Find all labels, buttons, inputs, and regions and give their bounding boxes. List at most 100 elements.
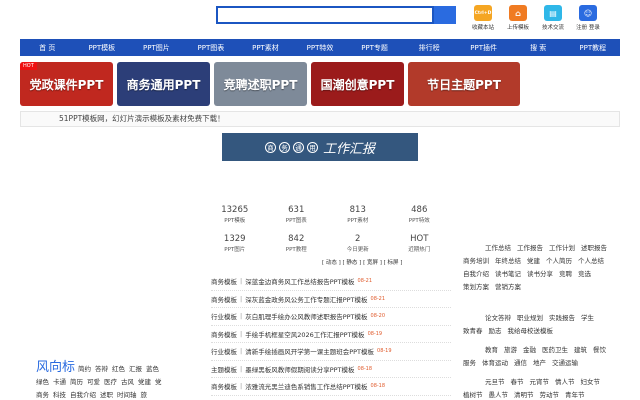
sidebar-tag[interactable]: 通信 xyxy=(514,357,527,370)
sidebar-tag[interactable]: 餐饮 xyxy=(593,344,606,357)
sidebar-tag[interactable]: 致青春 xyxy=(463,325,483,338)
sidebar-tag[interactable]: 年终总结 xyxy=(495,255,521,268)
sidebar-tag[interactable]: 自我介绍 xyxy=(463,268,489,281)
banner-4[interactable]: 节日主题PPT xyxy=(408,62,520,106)
sidebar-tag[interactable]: 述职报告 xyxy=(581,242,607,255)
sidebar-tag[interactable]: 建筑 xyxy=(574,344,587,357)
list-title[interactable]: 手绘手机框星空风2026工作汇报PPT模板 xyxy=(245,329,364,339)
sidebar-tag[interactable]: 工作报告 xyxy=(517,242,543,255)
list-title[interactable]: 浓雅流光黑兰迪色系销售工作总结PPT模板 xyxy=(245,381,367,391)
list-item[interactable]: 商务模板| xyxy=(211,396,451,400)
sidebar-tag[interactable]: 职业规划 xyxy=(517,312,543,325)
sidebar-tag[interactable]: 励志 xyxy=(489,325,502,338)
list-title[interactable]: 深灰蓝金政务风公务工作专题汇报PPT模板 xyxy=(245,294,367,304)
trend-tag[interactable]: 简历 xyxy=(70,376,83,389)
list-item[interactable]: 行业模板 | 清新手绘插画风开学第一课主题班会PPT模板 08-19 xyxy=(211,343,451,361)
banner-2[interactable]: 竞聘述职PPT xyxy=(214,62,307,106)
nav-item-5[interactable]: PPT特效 xyxy=(293,43,348,53)
list-title[interactable]: 深蓝金边商务风工作总结报告PPT模板 xyxy=(245,276,354,286)
sidebar-tag[interactable]: 工作总结 xyxy=(485,242,511,255)
trend-tag[interactable]: 科技 xyxy=(53,389,66,400)
list-category[interactable]: 商务模板 xyxy=(211,276,237,286)
nav-item-4[interactable]: PPT素材 xyxy=(238,43,293,53)
sidebar-tag[interactable]: 元旦节 xyxy=(485,376,505,389)
nav-item-7[interactable]: 排行榜 xyxy=(402,43,457,53)
sidebar-tag[interactable]: 植树节 xyxy=(463,389,483,400)
list-category[interactable]: 行业模板 xyxy=(211,311,237,321)
trend-tag[interactable]: 述职 xyxy=(100,389,113,400)
sidebar-tag[interactable]: 读书笔记 xyxy=(495,268,521,281)
list-category[interactable]: 商务模板 xyxy=(211,381,237,391)
sidebar-tag[interactable]: 个人总结 xyxy=(578,255,604,268)
trend-tag[interactable]: 红色 xyxy=(112,363,125,376)
trend-tag[interactable]: 党 xyxy=(155,376,162,389)
search-button[interactable] xyxy=(434,6,456,24)
sidebar-tag[interactable]: 金融 xyxy=(523,344,536,357)
stat-item[interactable]: HOT 近期热门 xyxy=(389,234,451,253)
banner-3[interactable]: 国潮创意PPT xyxy=(311,62,404,106)
trend-tag[interactable]: 蓝色 xyxy=(146,363,159,376)
sidebar-tag[interactable]: 竞选 xyxy=(578,268,591,281)
toolbar-upload[interactable]: ⌂ 上传模板 xyxy=(505,5,531,31)
trend-tag[interactable]: 旅 xyxy=(141,389,148,400)
trend-tag[interactable]: 党建 xyxy=(138,376,151,389)
stat-item[interactable]: 813 PPT素材 xyxy=(327,205,389,224)
sidebar-tag[interactable]: 我给母校送模板 xyxy=(508,325,554,338)
nav-item-9[interactable]: 搜 索 xyxy=(511,43,566,53)
sidebar-tag[interactable]: 商务培训 xyxy=(463,255,489,268)
trend-tag[interactable]: 可爱 xyxy=(87,376,100,389)
sidebar-tag[interactable]: 春节 xyxy=(511,376,524,389)
sidebar-tag[interactable]: 策划方案 xyxy=(463,281,489,294)
sidebar-tag[interactable]: 读书分享 xyxy=(527,268,553,281)
banner-0[interactable]: HOT 党政课件PPT xyxy=(20,62,113,106)
trend-tag[interactable]: 答辩 xyxy=(95,363,108,376)
sidebar-tag[interactable]: 旅游 xyxy=(504,344,517,357)
sidebar-tag[interactable]: 服务 xyxy=(463,357,476,370)
trend-tag[interactable]: 医疗 xyxy=(104,376,117,389)
trend-tag[interactable]: 时间轴 xyxy=(117,389,137,400)
nav-item-1[interactable]: PPT模板 xyxy=(75,43,130,53)
sidebar-tag[interactable]: 医药卫生 xyxy=(542,344,568,357)
list-title[interactable]: 墨绿黑板风教师假期阅读分享PPT模板 xyxy=(245,364,354,374)
list-category[interactable]: 商务模板 xyxy=(211,329,237,339)
sidebar-tag[interactable]: 青年节 xyxy=(565,389,585,400)
list-item[interactable]: 主题模板 | 墨绿黑板风教师假期阅读分享PPT模板 08-18 xyxy=(211,361,451,378)
toolbar-bookmark[interactable]: Ctrl+D 收藏本站 xyxy=(470,5,496,31)
toolbar-chat[interactable]: ▤ 技术交流 xyxy=(540,5,566,31)
sidebar-tag[interactable]: 劳动节 xyxy=(540,389,560,400)
stat-item[interactable]: 2 今日更新 xyxy=(327,234,389,253)
trend-tag[interactable]: 古风 xyxy=(121,376,134,389)
sidebar-tag[interactable]: 竞聘 xyxy=(559,268,572,281)
nav-item-2[interactable]: PPT图片 xyxy=(129,43,184,53)
sidebar-tag[interactable]: 愚人节 xyxy=(489,389,509,400)
stat-item[interactable]: 631 PPT图表 xyxy=(266,205,328,224)
sidebar-tag[interactable]: 交通运输 xyxy=(552,357,578,370)
sidebar-tag[interactable]: 妇女节 xyxy=(581,376,601,389)
list-title[interactable]: 灰白肌理手绘办公风教师述职报告PPT模板 xyxy=(245,311,367,321)
stat-item[interactable]: 842 PPT教程 xyxy=(266,234,328,253)
list-category[interactable]: 商务模板 xyxy=(211,294,237,304)
nav-item-8[interactable]: PPT插件 xyxy=(456,43,511,53)
sidebar-tag[interactable]: 个人简历 xyxy=(546,255,572,268)
stat-item[interactable]: 486 PPT特效 xyxy=(389,205,451,224)
list-item[interactable]: 商务模板 | 深蓝金边商务风工作总结报告PPT模板 08-21 xyxy=(211,273,451,291)
search-input[interactable] xyxy=(216,6,434,24)
list-item[interactable]: 商务模板 | 浓雅流光黑兰迪色系销售工作总结PPT模板 08-18 xyxy=(211,378,451,396)
nav-item-0[interactable]: 首 页 xyxy=(20,43,75,53)
sidebar-tag[interactable]: 情人节 xyxy=(555,376,575,389)
trend-tag[interactable]: 卡通 xyxy=(53,376,66,389)
trend-tag[interactable]: 汇报 xyxy=(129,363,142,376)
list-item[interactable]: 商务模板 | 深灰蓝金政务风公务工作专题汇报PPT模板 08-21 xyxy=(211,291,451,308)
sidebar-tag[interactable]: 地产 xyxy=(533,357,546,370)
list-item[interactable]: 行业模板 | 灰白肌理手绘办公风教师述职报告PPT模板 08-20 xyxy=(211,308,451,326)
list-title[interactable]: 清新手绘插画风开学第一课主题班会PPT模板 xyxy=(245,346,374,356)
sidebar-tag[interactable]: 论文答辩 xyxy=(485,312,511,325)
sidebar-tag[interactable]: 党建 xyxy=(527,255,540,268)
sidebar-tag[interactable]: 元宵节 xyxy=(530,376,550,389)
stat-item[interactable]: 13265 PPT模板 xyxy=(204,205,266,224)
stat-item[interactable]: 1329 PPT图片 xyxy=(204,234,266,253)
trend-tag[interactable]: 自我介绍 xyxy=(70,389,96,400)
trend-tag[interactable]: 绿色 xyxy=(36,376,49,389)
nav-item-6[interactable]: PPT专题 xyxy=(347,43,402,53)
sidebar-tag[interactable]: 体育运动 xyxy=(482,357,508,370)
